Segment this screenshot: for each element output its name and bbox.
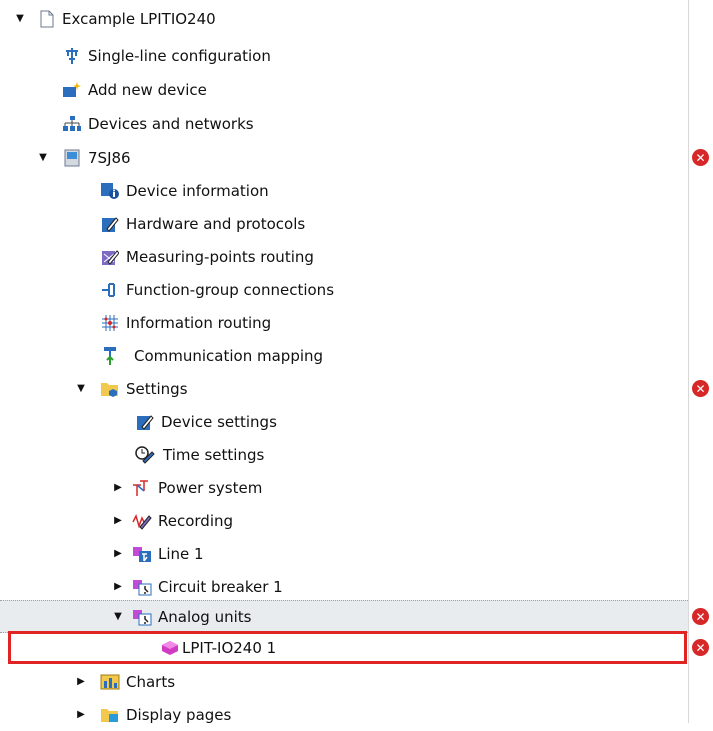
tree-item-label: LPIT-IO240 1 — [182, 638, 277, 657]
tree-item-line-1[interactable]: ▶ Line 1 — [0, 537, 688, 570]
tree-item-measuring-points[interactable]: Measuring-points routing — [0, 240, 688, 273]
tree-item-label: Display pages — [126, 705, 232, 724]
tree-item-add-device[interactable]: Add new device — [0, 73, 688, 106]
error-icon: ✕ — [692, 639, 709, 656]
tree-item-label: Line 1 — [158, 544, 204, 563]
tree-item-information-routing[interactable]: Information routing — [0, 306, 688, 339]
collapse-arrow-icon[interactable]: ▶ — [112, 482, 124, 494]
tree-item-label: Excample LPITIO240 — [62, 9, 216, 28]
collapse-arrow-icon[interactable]: ▶ — [75, 676, 87, 688]
tree-item-time-settings[interactable]: Time settings — [0, 438, 688, 471]
power-system-icon — [132, 478, 152, 498]
tree-item-devices-networks[interactable]: Devices and networks — [0, 107, 688, 140]
collapse-arrow-icon[interactable]: ▶ — [112, 581, 124, 593]
tree-item-power-system[interactable]: ▶ Power system — [0, 471, 688, 504]
tree-item-label: Communication mapping — [134, 346, 324, 365]
tree-item-label: Power system — [158, 478, 263, 497]
tree-item-label: Hardware and protocols — [126, 214, 306, 233]
tree-item-settings[interactable]: ▼ Settings — [0, 372, 688, 405]
tree-item-project[interactable]: ▼ Excample LPITIO240 — [0, 2, 688, 35]
tree-item-recording[interactable]: ▶ Recording — [0, 504, 688, 537]
lpit-module-icon — [160, 638, 180, 658]
error-icon: ✕ — [692, 149, 709, 166]
tree-item-label: Charts — [126, 672, 176, 691]
tree-item-analog-units[interactable]: ▼ Analog units — [0, 600, 688, 633]
tree-item-label: Recording — [158, 511, 234, 530]
display-pages-folder-icon — [100, 705, 120, 725]
error-icon: ✕ — [692, 380, 709, 397]
function-group-line-icon — [132, 544, 152, 564]
tree-item-label: Analog units — [158, 607, 252, 626]
clock-pencil-icon — [135, 445, 155, 465]
expand-arrow-icon[interactable]: ▼ — [112, 611, 124, 623]
tree-item-charts[interactable]: ▶ Charts — [0, 665, 688, 698]
collapse-arrow-icon[interactable]: ▶ — [112, 548, 124, 560]
tree-item-lpit-io240[interactable]: LPIT-IO240 1 — [8, 631, 687, 664]
tree-item-label: Time settings — [163, 445, 265, 464]
tree-item-circuit-breaker-1[interactable]: ▶ Circuit breaker 1 — [0, 570, 688, 603]
tree-item-label: Single-line configuration — [88, 46, 271, 65]
add-device-icon — [62, 80, 82, 100]
device-icon — [62, 148, 82, 168]
tree-item-label: Information routing — [126, 313, 272, 332]
pencil-edit-icon — [100, 214, 120, 234]
error-icon: ✕ — [692, 608, 709, 625]
tree-item-function-group[interactable]: Function-group connections — [0, 273, 688, 306]
tree-item-device-information[interactable]: Device information — [0, 174, 688, 207]
tree-item-hardware-protocols[interactable]: Hardware and protocols — [0, 207, 688, 240]
expand-arrow-icon[interactable]: ▼ — [37, 152, 49, 164]
pencil-edit-icon — [135, 412, 155, 432]
measuring-routing-icon — [100, 247, 120, 267]
project-file-icon — [37, 9, 57, 29]
function-group-analog-icon — [132, 607, 152, 627]
tree-item-label: Settings — [126, 379, 188, 398]
tree-item-label: Circuit breaker 1 — [158, 577, 283, 596]
collapse-arrow-icon[interactable]: ▶ — [75, 709, 87, 721]
tree-item-label: 7SJ86 — [88, 148, 131, 167]
network-icon — [62, 114, 82, 134]
charts-icon — [100, 672, 120, 692]
tree-item-label: Function-group connections — [126, 280, 335, 299]
tree-item-device-7sj86[interactable]: ▼ 7SJ86 — [0, 141, 688, 174]
tree-item-label: Devices and networks — [88, 114, 254, 133]
expand-arrow-icon[interactable]: ▼ — [14, 13, 26, 25]
expand-arrow-icon[interactable]: ▼ — [75, 383, 87, 395]
tree-item-label: Measuring-points routing — [126, 247, 314, 266]
recording-icon — [132, 511, 152, 531]
tree-item-label: Device information — [126, 181, 269, 200]
function-group-breaker-icon — [132, 577, 152, 597]
function-group-icon — [100, 280, 120, 300]
tree-item-display-pages[interactable]: ▶ Display pages — [0, 698, 688, 731]
tree-item-device-settings[interactable]: Device settings — [0, 405, 688, 438]
communication-mapping-icon — [100, 346, 120, 366]
settings-folder-icon — [100, 379, 120, 399]
tree-item-label: Device settings — [161, 412, 277, 431]
tree-item-single-line[interactable]: Single-line configuration — [0, 39, 688, 72]
tree-item-communication-mapping[interactable]: Communication mapping — [0, 339, 688, 372]
collapse-arrow-icon[interactable]: ▶ — [112, 515, 124, 527]
project-tree: ▼ Excample LPITIO240 Single-line configu… — [0, 0, 688, 724]
single-line-icon — [62, 46, 82, 66]
tree-item-label: Add new device — [88, 80, 207, 99]
device-information-icon — [100, 181, 120, 201]
information-routing-icon — [100, 313, 120, 333]
